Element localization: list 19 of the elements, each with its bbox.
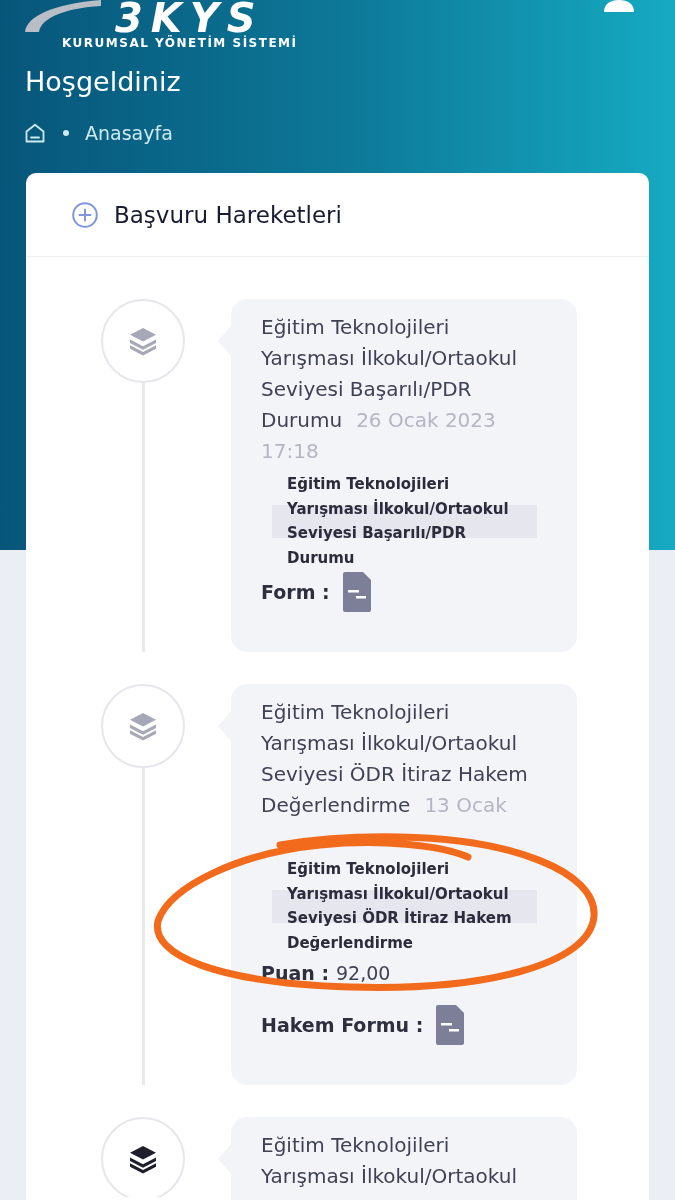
add-circle-icon <box>72 201 98 228</box>
logo-swirl-icon <box>25 0 101 32</box>
event-heading: Eğitim Teknolojileri Yarışması İlkokul/Ortaokul <box>261 1132 518 1190</box>
event-heading: Eğitim Teknolojileri Yarışması İlkokul/Ortaokul Seviyesi ÖDR İtiraz Hakem Değerlendirme 13 Ocak <box>261 699 529 819</box>
field-value: 92,00 <box>336 960 391 986</box>
home-icon[interactable] <box>25 123 45 143</box>
event-heading: Eğitim Teknolojileri Yarışması İlkokul/Ortaokul Seviyesi Başarılı/PDR Durumu 26 Ocak 2023 17:18 <box>261 314 518 465</box>
page-title: Hoşgeldiniz <box>25 65 182 99</box>
panel-title: Başvuru Hareketleri <box>114 200 342 230</box>
bullet-icon <box>63 130 69 136</box>
logo-text: 3KYS <box>115 0 264 36</box>
field-label: Form : <box>261 580 330 605</box>
document-icon[interactable] <box>342 572 371 612</box>
field-label: Puan : <box>261 960 329 986</box>
logo-subtitle: KURUMSAL YÖNETİM SİSTEMİ <box>62 36 298 50</box>
breadcrumb-link[interactable]: Anasayfa <box>85 121 173 145</box>
field-label: Hakem Formu : <box>261 1013 424 1038</box>
user-icon[interactable] <box>604 0 634 12</box>
document-icon[interactable] <box>436 1005 465 1045</box>
